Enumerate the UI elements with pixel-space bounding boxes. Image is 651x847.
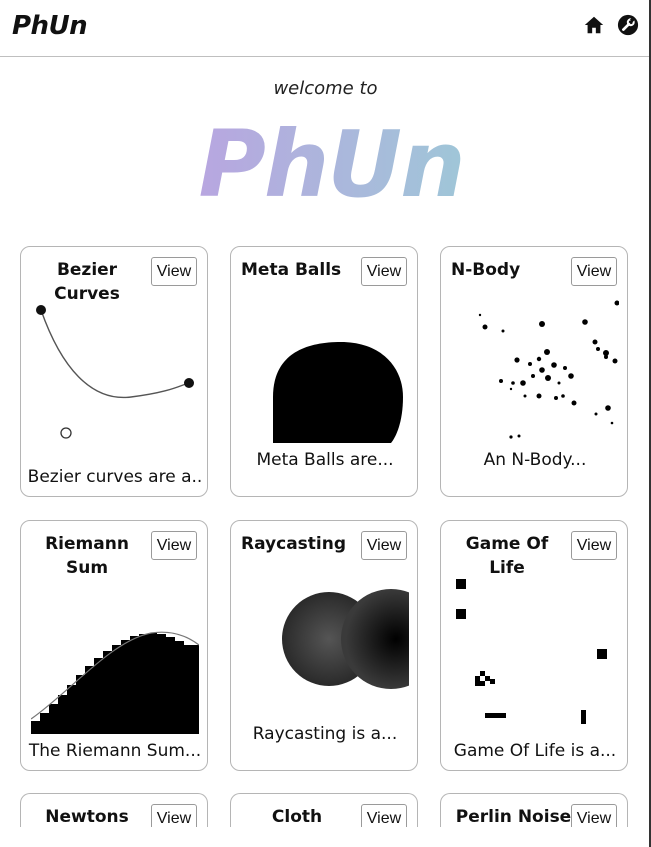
hero-logo: PhUn bbox=[198, 112, 465, 212]
view-button[interactable]: View bbox=[151, 257, 197, 286]
card-title: Newtons bbox=[45, 807, 129, 827]
home-icon[interactable] bbox=[583, 14, 605, 36]
card-meta-balls[interactable]: Meta Balls View Meta Balls are... bbox=[230, 246, 418, 497]
view-button[interactable]: View bbox=[361, 257, 407, 286]
card-description: Raycasting is a... bbox=[252, 724, 398, 744]
card-riemann-sum[interactable]: Riemann Sum View The Riemann Sum... bbox=[20, 520, 208, 771]
view-button[interactable]: View bbox=[151, 804, 197, 827]
card-title: Riemann Sum bbox=[45, 534, 129, 578]
control-point-icon bbox=[184, 378, 194, 388]
card-title: Cloth bbox=[271, 807, 323, 827]
card-n-body[interactable]: N-Body View An N-Body... bbox=[440, 246, 628, 497]
welcome-text: welcome to bbox=[273, 78, 378, 99]
view-button[interactable]: View bbox=[571, 804, 617, 827]
view-button[interactable]: View bbox=[361, 804, 407, 827]
view-button[interactable]: View bbox=[361, 531, 407, 560]
card-title: N-Body bbox=[451, 260, 521, 280]
top-bar: PhUn bbox=[0, 0, 649, 57]
card-title: Meta Balls bbox=[241, 260, 342, 280]
game-of-life-thumbnail bbox=[456, 579, 607, 724]
card-description: Meta Balls are... bbox=[256, 450, 394, 470]
meta-balls-thumbnail bbox=[273, 342, 403, 443]
card-raycasting[interactable]: Raycasting View Raycasting is a... bbox=[230, 520, 418, 771]
bezier-thumbnail bbox=[36, 305, 194, 439]
view-button[interactable]: View bbox=[571, 531, 617, 560]
card-title: Raycasting bbox=[241, 534, 347, 554]
riemann-sum-thumbnail bbox=[31, 631, 199, 734]
control-point-icon bbox=[60, 427, 72, 439]
view-button[interactable]: View bbox=[151, 531, 197, 560]
n-body-thumbnail bbox=[478, 300, 619, 439]
raycasting-thumbnail bbox=[282, 589, 409, 689]
card-description: Bezier curves are a.. bbox=[27, 467, 203, 487]
card-game-of-life[interactable]: Game Of Life View Game Of Life is a... bbox=[440, 520, 628, 771]
card-cloth[interactable]: Cloth View bbox=[230, 793, 418, 827]
card-title: Perlin Noise bbox=[455, 807, 572, 827]
card-description: The Riemann Sum... bbox=[28, 741, 202, 761]
card-newtons[interactable]: Newtons View bbox=[20, 793, 208, 827]
control-point-icon bbox=[36, 305, 46, 315]
card-perlin-noise[interactable]: Perlin Noise View bbox=[440, 793, 628, 827]
view-button[interactable]: View bbox=[571, 257, 617, 286]
card-description: An N-Body... bbox=[483, 450, 587, 470]
brand-logo[interactable]: PhUn bbox=[12, 11, 88, 41]
card-description: Game Of Life is a... bbox=[453, 741, 617, 761]
hero-title: PhUn bbox=[198, 112, 463, 212]
card-bezier-curves[interactable]: Bezier Curves View Bezier curves are a.. bbox=[20, 246, 208, 497]
wrench-icon[interactable] bbox=[617, 14, 639, 36]
